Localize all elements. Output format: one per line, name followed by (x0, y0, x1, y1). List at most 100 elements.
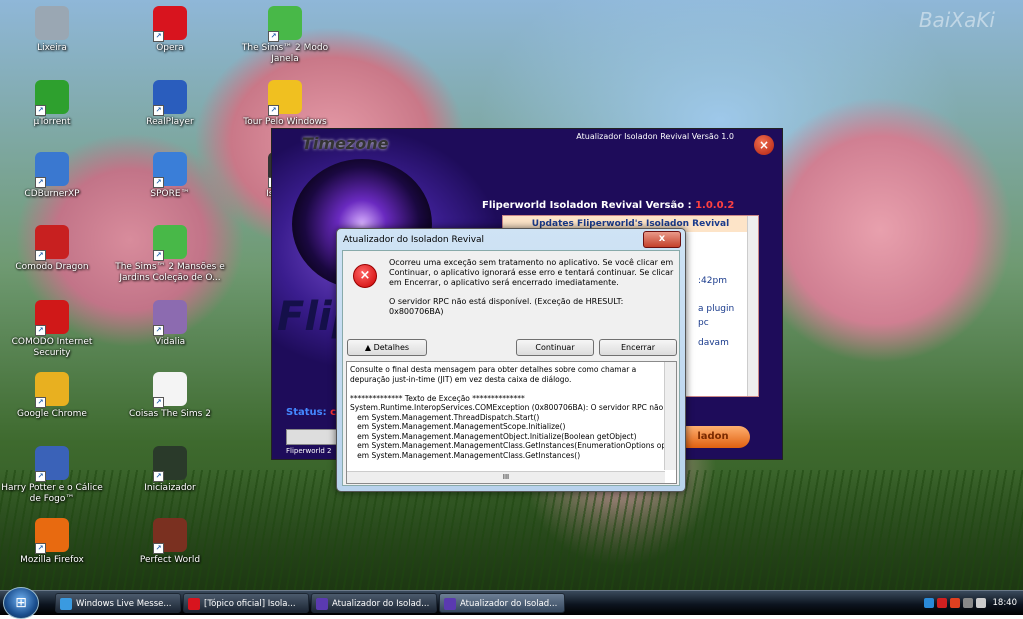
desktop-shortcut[interactable]: ↗ Comodo Dragon (0, 225, 107, 273)
taskbar-button[interactable]: Atualizador do Isolad... (311, 593, 437, 613)
security-icon[interactable] (949, 598, 960, 608)
desktop-shortcut[interactable]: ↗ The Sims™ 2 Mansões e Jardins Coleção d… (115, 225, 225, 284)
panel-line: davam (698, 338, 729, 348)
shortcut-arrow-icon: ↗ (268, 31, 279, 42)
dialog-close-button[interactable]: x (643, 231, 681, 248)
continue-button[interactable]: Continuar (516, 339, 594, 356)
onion-icon: ↗ (153, 300, 187, 336)
exception-dialog[interactable]: Atualizador do Isoladon Revival x × Ocor… (336, 228, 686, 492)
status-label: Status: (286, 407, 327, 418)
desktop-shortcut[interactable]: ↗ SPORE™ (115, 152, 225, 200)
realplayer-icon: ↗ (153, 80, 187, 116)
desktop-shortcut[interactable]: ↗ Google Chrome (0, 372, 107, 420)
desktop-shortcut-label: µTorrent (33, 117, 71, 127)
isoladon-icon (316, 598, 328, 610)
desktop-shortcut[interactable]: ↗ Tour Pelo Windows (230, 80, 340, 128)
app-version-label: Fliperworld Isoladon Revival Versão : 1.… (482, 200, 734, 211)
volume-icon[interactable] (975, 598, 986, 608)
updates-panel-scrollbar[interactable] (747, 216, 758, 396)
desktop-shortcut-label: Comodo Dragon (15, 262, 89, 272)
shortcut-arrow-icon: ↗ (153, 177, 164, 188)
desktop-shortcut-label: Opera (156, 43, 184, 53)
desktop-shortcut[interactable]: ↗ Mozilla Firefox (0, 518, 107, 566)
document-icon: ↗ (153, 372, 187, 408)
network-icon[interactable] (923, 598, 934, 608)
opera-icon (188, 598, 200, 610)
exception-details-text: Consulte o final desta mensagem para obt… (350, 365, 667, 460)
details-button[interactable]: ▲ Detalhes (347, 339, 427, 356)
version-label-text: Fliperworld Isoladon Revival Versão : (482, 200, 692, 211)
desktop-shortcut[interactable]: ↗ RealPlayer (115, 80, 225, 128)
desktop-shortcut-label: Coisas The Sims 2 (129, 409, 211, 419)
desktop-shortcut-label: COMODO Internet Security (11, 337, 93, 358)
desktop-shortcut-label: SPORE™ (150, 189, 190, 199)
version-value: 1.0.0.2 (695, 200, 735, 211)
sims-plumbob-icon: ↗ (153, 225, 187, 261)
app-footer: Fliperworld 2 (286, 447, 332, 455)
dialog-message: Ocorreu uma exceção sem tratamento no ap… (389, 258, 674, 326)
taskbar-button-label: [Tópico oficial] Isola... (204, 599, 296, 609)
desktop-shortcut-label: Perfect World (139, 555, 201, 565)
desktop-shortcut-label: Iniciaizador (144, 483, 196, 493)
app-action-button[interactable]: ladon (676, 426, 750, 448)
desktop-shortcut-label: Lixeira (37, 43, 67, 53)
clock[interactable]: 18:40 (993, 598, 1018, 608)
app-close-button[interactable]: × (754, 135, 774, 155)
dialog-message-error: O servidor RPC não está disponível. (Exc… (389, 297, 624, 316)
desktop-shortcut[interactable]: ↗ Iniciaizador (115, 446, 225, 494)
comodo-icon[interactable] (936, 598, 947, 608)
desktop-shortcut[interactable]: Lixeira (0, 6, 107, 54)
firefox-icon: ↗ (35, 518, 69, 554)
isoladon-icon (444, 598, 456, 610)
shortcut-arrow-icon: ↗ (153, 31, 164, 42)
shortcut-arrow-icon: ↗ (35, 471, 46, 482)
desktop-shortcut-label: RealPlayer (146, 117, 194, 127)
shortcut-arrow-icon: ↗ (35, 397, 46, 408)
desktop: BaiXaKi Lixeira ↗ Opera ↗ The Sims™ 2 Modo J… (0, 0, 1023, 590)
desktop-shortcut-label: Vidalia (154, 337, 186, 347)
start-button[interactable]: ⊞ (3, 587, 39, 619)
exception-details-textbox[interactable]: Consulte o final desta mensagem para obt… (346, 361, 677, 484)
taskbar-button[interactable]: Atualizador do Isolad... (439, 593, 565, 613)
shortcut-arrow-icon: ↗ (153, 325, 164, 336)
shortcut-arrow-icon: ↗ (153, 105, 164, 116)
opera-icon: ↗ (153, 6, 187, 42)
desktop-shortcut-label: CDBurnerXP (24, 189, 80, 199)
desktop-shortcut[interactable]: ↗ Harry Potter e o Cálice de Fogo™ (0, 446, 107, 505)
desktop-shortcut-label: Tour Pelo Windows (243, 117, 327, 127)
quit-button[interactable]: Encerrar (599, 339, 677, 356)
taskbar-button-label: Atualizador do Isolad... (332, 599, 430, 609)
taskbar-button[interactable]: Windows Live Messe... (55, 593, 181, 613)
comodo-dragon-icon: ↗ (35, 225, 69, 261)
desktop-shortcut[interactable]: ↗ COMODO Internet Security (0, 300, 107, 359)
app-window-title: Atualizador Isoladon Revival Versão 1.0 (576, 132, 734, 141)
display-icon[interactable] (962, 598, 973, 608)
chrome-icon: ↗ (35, 372, 69, 408)
details-vertical-scrollbar[interactable] (664, 362, 676, 470)
desktop-shortcut[interactable]: ↗ Coisas The Sims 2 (115, 372, 225, 420)
desktop-shortcut[interactable]: ↗ µTorrent (0, 80, 107, 128)
desktop-shortcut[interactable]: ↗ The Sims™ 2 Modo Janela (230, 6, 340, 65)
shortcut-arrow-icon: ↗ (35, 543, 46, 554)
updates-panel-body: :42pm a plugin pc davam (698, 266, 738, 350)
game-launcher-icon: ↗ (153, 446, 187, 482)
cdburner-icon: ↗ (35, 152, 69, 188)
comodo-shield-icon: ↗ (35, 300, 69, 336)
shortcut-arrow-icon: ↗ (268, 105, 279, 116)
details-horizontal-scrollbar[interactable]: III (347, 471, 665, 483)
dialog-content: × Ocorreu uma exceção sem tratamento no … (342, 250, 680, 486)
desktop-shortcut[interactable]: ↗ Vidalia (115, 300, 225, 348)
taskbar-button[interactable]: [Tópico oficial] Isola... (183, 593, 309, 613)
shortcut-arrow-icon: ↗ (153, 250, 164, 261)
shortcut-arrow-icon: ↗ (153, 471, 164, 482)
shortcut-arrow-icon: ↗ (35, 325, 46, 336)
shortcut-arrow-icon: ↗ (35, 250, 46, 261)
messenger-icon (60, 598, 72, 610)
desktop-shortcut[interactable]: ↗ Perfect World (115, 518, 225, 566)
taskbar-button-label: Atualizador do Isolad... (460, 599, 558, 609)
desktop-shortcut[interactable]: ↗ CDBurnerXP (0, 152, 107, 200)
desktop-shortcut[interactable]: ↗ Opera (115, 6, 225, 54)
desktop-shortcut-label: The Sims™ 2 Modo Janela (241, 43, 329, 64)
dialog-title: Atualizador do Isoladon Revival (343, 235, 485, 245)
progress-bar (286, 429, 343, 445)
